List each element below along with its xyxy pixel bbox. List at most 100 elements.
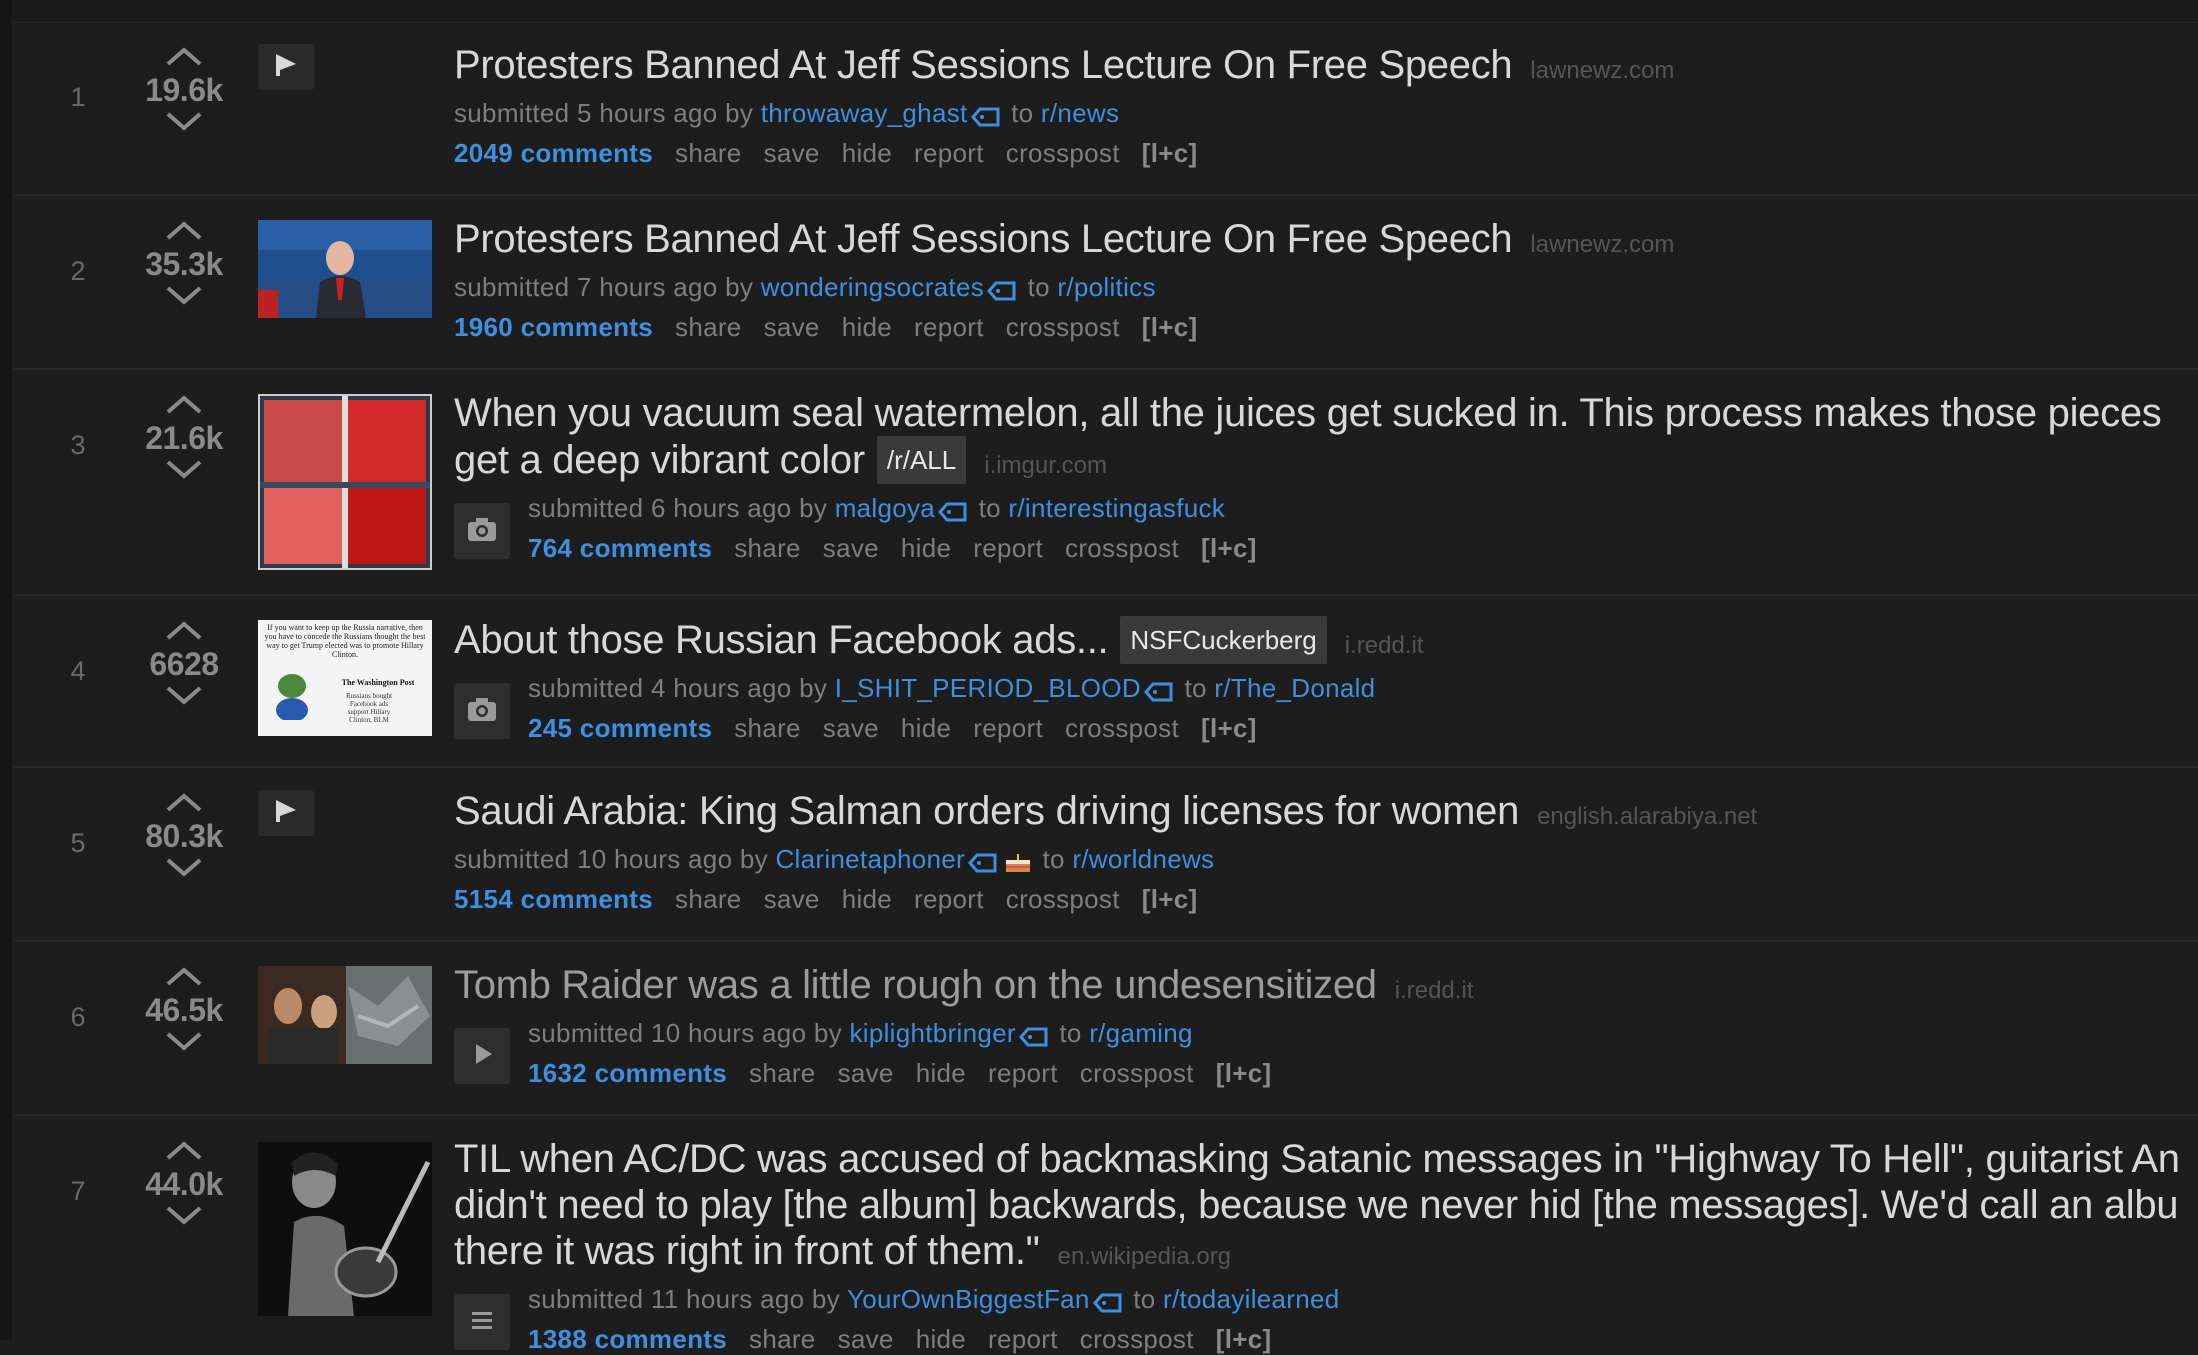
expand-comments-button[interactable]: [l+c]	[1216, 1324, 1272, 1354]
crosspost-button[interactable]: crosspost	[1006, 884, 1120, 914]
post-title[interactable]: Tomb Raider was a little rough on the un…	[454, 963, 1377, 1007]
user-tag-icon[interactable]	[970, 104, 1002, 135]
user-tag-icon[interactable]	[937, 499, 969, 530]
hide-button[interactable]: hide	[842, 138, 892, 168]
save-button[interactable]: save	[823, 533, 879, 563]
upvote-arrow-icon[interactable]	[162, 218, 206, 244]
expando-button[interactable]	[454, 1028, 510, 1084]
report-button[interactable]: report	[973, 533, 1043, 563]
default-thumbnail[interactable]	[258, 790, 314, 836]
upvote-arrow-icon[interactable]	[162, 1138, 206, 1164]
report-button[interactable]: report	[973, 713, 1043, 743]
comments-link[interactable]: 2049 comments	[454, 138, 653, 168]
report-button[interactable]: report	[988, 1324, 1058, 1354]
expand-comments-button[interactable]: [l+c]	[1142, 884, 1198, 914]
downvote-arrow-icon[interactable]	[162, 1030, 206, 1056]
share-button[interactable]: share	[675, 312, 742, 342]
subreddit-link[interactable]: r/politics	[1057, 272, 1155, 302]
comments-link[interactable]: 245 comments	[528, 713, 712, 743]
comments-link[interactable]: 1632 comments	[528, 1058, 727, 1088]
downvote-arrow-icon[interactable]	[162, 856, 206, 882]
save-button[interactable]: save	[764, 138, 820, 168]
hide-button[interactable]: hide	[916, 1058, 966, 1088]
share-button[interactable]: share	[749, 1058, 816, 1088]
share-button[interactable]: share	[734, 533, 801, 563]
comments-link[interactable]: 5154 comments	[454, 884, 653, 914]
hide-button[interactable]: hide	[842, 884, 892, 914]
post-domain[interactable]: english.alarabiya.net	[1537, 803, 1757, 830]
expando-button[interactable]	[454, 503, 510, 559]
share-button[interactable]: share	[749, 1324, 816, 1354]
upvote-arrow-icon[interactable]	[162, 964, 206, 990]
author-link[interactable]: YourOwnBiggestFan	[847, 1284, 1090, 1314]
post-title[interactable]: Protesters Banned At Jeff Sessions Lectu…	[454, 217, 1513, 261]
user-tag-icon[interactable]	[1092, 1290, 1124, 1321]
post-title[interactable]: About those Russian Facebook ads...	[454, 618, 1109, 662]
author-link[interactable]: malgoya	[835, 493, 935, 523]
hide-button[interactable]: hide	[842, 312, 892, 342]
save-button[interactable]: save	[823, 713, 879, 743]
expando-button[interactable]	[454, 1294, 510, 1350]
post-domain[interactable]: i.imgur.com	[984, 452, 1107, 479]
share-button[interactable]: share	[675, 138, 742, 168]
post-thumbnail[interactable]: If you want to keep up the Russia narrat…	[258, 620, 432, 736]
hide-button[interactable]: hide	[901, 713, 951, 743]
expand-comments-button[interactable]: [l+c]	[1201, 713, 1257, 743]
author-link[interactable]: Clarinetaphoner	[775, 844, 965, 874]
crosspost-button[interactable]: crosspost	[1065, 533, 1179, 563]
user-tag-icon[interactable]	[986, 278, 1018, 309]
subreddit-link[interactable]: r/gaming	[1089, 1018, 1193, 1048]
hide-button[interactable]: hide	[916, 1324, 966, 1354]
post-domain[interactable]: en.wikipedia.org	[1058, 1243, 1231, 1270]
crosspost-button[interactable]: crosspost	[1080, 1324, 1194, 1354]
post-title[interactable]: get a deep vibrant color	[454, 438, 865, 482]
post-domain[interactable]: i.redd.it	[1345, 632, 1424, 659]
default-thumbnail[interactable]	[258, 44, 314, 90]
hide-button[interactable]: hide	[901, 533, 951, 563]
downvote-arrow-icon[interactable]	[162, 458, 206, 484]
share-button[interactable]: share	[734, 713, 801, 743]
comments-link[interactable]: 1960 comments	[454, 312, 653, 342]
author-link[interactable]: throwaway_ghast	[761, 98, 968, 128]
save-button[interactable]: save	[838, 1058, 894, 1088]
post-thumbnail[interactable]	[258, 1142, 432, 1316]
upvote-arrow-icon[interactable]	[162, 44, 206, 70]
downvote-arrow-icon[interactable]	[162, 110, 206, 136]
report-button[interactable]: report	[914, 884, 984, 914]
post-domain[interactable]: lawnewz.com	[1530, 57, 1674, 84]
crosspost-button[interactable]: crosspost	[1006, 138, 1120, 168]
subreddit-link[interactable]: r/interestingasfuck	[1008, 493, 1225, 523]
share-button[interactable]: share	[675, 884, 742, 914]
downvote-arrow-icon[interactable]	[162, 684, 206, 710]
save-button[interactable]: save	[838, 1324, 894, 1354]
post-domain[interactable]: lawnewz.com	[1530, 231, 1674, 258]
expand-comments-button[interactable]: [l+c]	[1142, 138, 1198, 168]
upvote-arrow-icon[interactable]	[162, 392, 206, 418]
author-link[interactable]: kiplightbringer	[849, 1018, 1015, 1048]
author-link[interactable]: I_SHIT_PERIOD_BLOOD	[835, 673, 1141, 703]
subreddit-link[interactable]: r/news	[1041, 98, 1119, 128]
subreddit-link[interactable]: r/todayilearned	[1163, 1284, 1340, 1314]
crosspost-button[interactable]: crosspost	[1080, 1058, 1194, 1088]
expand-comments-button[interactable]: [l+c]	[1201, 533, 1257, 563]
post-thumbnail[interactable]	[258, 220, 432, 318]
save-button[interactable]: save	[764, 312, 820, 342]
expand-comments-button[interactable]: [l+c]	[1216, 1058, 1272, 1088]
user-tag-icon[interactable]	[967, 850, 999, 881]
subreddit-link[interactable]: r/The_Donald	[1214, 673, 1375, 703]
comments-link[interactable]: 764 comments	[528, 533, 712, 563]
upvote-arrow-icon[interactable]	[162, 790, 206, 816]
downvote-arrow-icon[interactable]	[162, 284, 206, 310]
user-tag-icon[interactable]	[1018, 1024, 1050, 1055]
author-link[interactable]: wonderingsocrates	[761, 272, 984, 302]
post-title-line[interactable]: When you vacuum seal watermelon, all the…	[454, 390, 2198, 436]
save-button[interactable]: save	[764, 884, 820, 914]
post-title-line[interactable]: didn't need to play [the album] backward…	[454, 1182, 2198, 1228]
upvote-arrow-icon[interactable]	[162, 618, 206, 644]
post-thumbnail[interactable]	[258, 394, 432, 570]
subreddit-link[interactable]: r/worldnews	[1072, 844, 1214, 874]
expand-comments-button[interactable]: [l+c]	[1142, 312, 1198, 342]
comments-link[interactable]: 1388 comments	[528, 1324, 727, 1354]
report-button[interactable]: report	[914, 138, 984, 168]
post-thumbnail[interactable]	[258, 966, 432, 1064]
